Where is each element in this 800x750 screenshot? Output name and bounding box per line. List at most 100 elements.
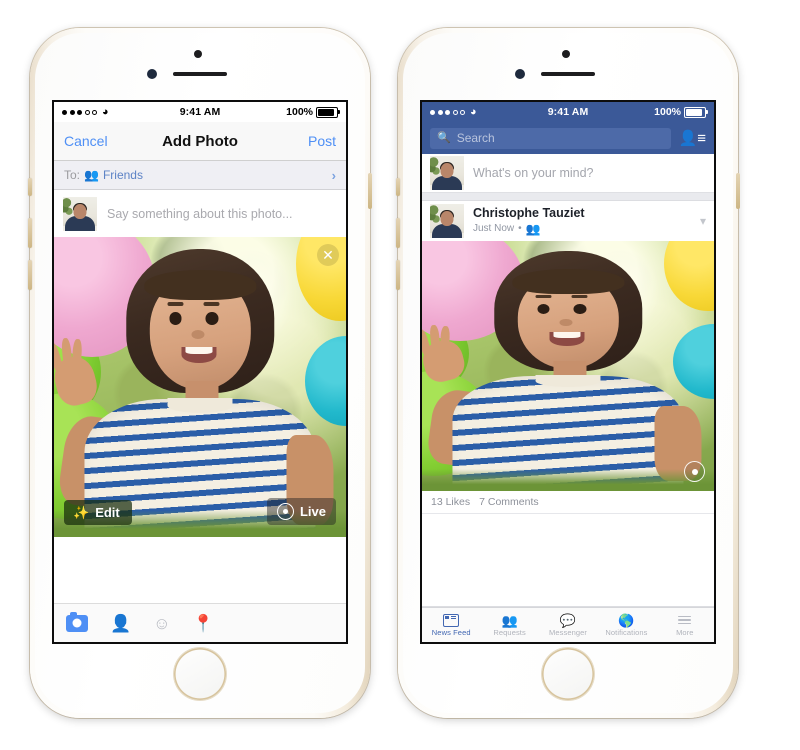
live-toggle-button[interactable]: Live	[266, 498, 336, 525]
status-time: 9:41 AM	[179, 106, 221, 118]
camera-icon[interactable]	[66, 611, 88, 632]
status-time: 9:41 AM	[547, 106, 589, 118]
wifi-icon: ◕	[470, 105, 477, 118]
tab-label: Messenger	[549, 628, 588, 637]
comments-count[interactable]: 7 Comments	[479, 496, 539, 508]
signal-strength-icon	[62, 109, 97, 115]
tab-news-feed[interactable]: News Feed	[422, 608, 480, 642]
friends-icon: 👥	[84, 168, 99, 182]
news-feed-icon	[443, 613, 460, 627]
globe-notifications-icon: 🌎	[618, 612, 635, 628]
chevron-right-icon: ›	[331, 167, 336, 183]
avatar	[430, 156, 464, 190]
live-photo-icon[interactable]	[684, 461, 705, 482]
tab-label: Requests	[493, 628, 526, 637]
hamburger-more-icon	[678, 613, 692, 627]
proximity-sensor	[515, 69, 525, 79]
tab-notifications[interactable]: 🌎 Notifications	[597, 608, 655, 642]
page-title: Add Photo	[162, 132, 238, 150]
post-button[interactable]: Post	[290, 133, 336, 149]
tab-requests[interactable]: 👥 Requests	[480, 608, 538, 642]
live-button-label: Live	[299, 504, 326, 519]
composer-empty-area	[54, 537, 346, 603]
meta-separator: •	[518, 222, 522, 234]
emoji-icon[interactable]: ☺	[153, 615, 170, 632]
audience-value: Friends	[102, 168, 143, 182]
earpiece-speaker	[173, 72, 227, 76]
friends-icon: 👥	[525, 221, 541, 236]
iphone-left: ◕ 9:41 AM 100% Cancel Add Photo Post To:…	[28, 28, 372, 718]
volume-down-button[interactable]	[28, 260, 32, 290]
child-subject	[54, 249, 334, 537]
battery-icon	[316, 106, 341, 118]
screenshot-stage: ◕ 9:41 AM 100% Cancel Add Photo Post To:…	[0, 0, 800, 750]
audience-selector-row[interactable]: To: 👥 Friends ›	[54, 161, 346, 190]
live-photo-icon	[276, 503, 294, 520]
power-button[interactable]	[736, 173, 740, 209]
tab-label: More	[676, 628, 694, 637]
to-label: To:	[64, 168, 81, 182]
earpiece-speaker	[541, 72, 595, 76]
messenger-icon: 💬	[559, 612, 577, 628]
post-author-name[interactable]: Christophe Tauziet	[473, 206, 691, 222]
screen-left: ◕ 9:41 AM 100% Cancel Add Photo Post To:…	[54, 102, 346, 642]
mute-switch[interactable]	[396, 178, 400, 196]
search-icon: 🔍	[437, 131, 451, 144]
child-subject	[422, 251, 702, 491]
post-meta: Just Now • 👥	[473, 222, 691, 236]
chevron-down-icon[interactable]: ▾	[700, 214, 706, 228]
tab-bar: News Feed 👥 Requests 💬 Messenger 🌎 Notif…	[422, 607, 714, 642]
composer-toolbar: 👤 ☺ 📍	[54, 603, 346, 642]
home-button[interactable]	[542, 648, 594, 700]
post-actions-area	[422, 514, 714, 607]
home-button[interactable]	[174, 648, 226, 700]
volume-down-button[interactable]	[396, 260, 400, 290]
battery-icon	[684, 106, 709, 118]
location-pin-icon[interactable]: 📍	[193, 615, 214, 632]
friend-requests-icon[interactable]: 👤≡	[679, 131, 706, 146]
tab-more[interactable]: More	[656, 608, 714, 642]
front-camera	[562, 50, 570, 58]
magic-wand-icon: ✨	[73, 505, 90, 520]
facebook-nav-bar: 🔍 Search 👤≡	[422, 122, 714, 154]
photo-scene	[54, 237, 346, 537]
nav-bar: Cancel Add Photo Post	[54, 122, 346, 161]
close-icon[interactable]: ✕	[317, 244, 339, 266]
volume-up-button[interactable]	[28, 218, 32, 248]
avatar	[63, 196, 97, 231]
friend-requests-icon: 👥	[501, 612, 518, 628]
photo-preview[interactable]: ✕ ✨ Edit Live	[54, 237, 346, 537]
signal-strength-icon	[430, 109, 465, 115]
screen-right: ◕ 9:41 AM 100% 🔍 Search 👤≡ What's on you…	[422, 102, 714, 642]
power-button[interactable]	[368, 173, 372, 209]
status-placeholder: What's on your mind?	[473, 166, 594, 180]
status-composer[interactable]: What's on your mind?	[422, 154, 714, 193]
photo-scene	[422, 241, 714, 491]
post-engagement: 13 Likes 7 Comments	[422, 491, 714, 514]
cancel-button[interactable]: Cancel	[64, 133, 110, 149]
likes-count[interactable]: 13 Likes	[431, 496, 470, 508]
front-camera	[194, 50, 202, 58]
post-header: Christophe Tauziet Just Now • 👥 ▾	[422, 201, 714, 241]
wifi-icon: ◕	[102, 105, 109, 118]
edit-button[interactable]: ✨ Edit	[64, 500, 132, 525]
avatar[interactable]	[430, 204, 464, 238]
tab-messenger[interactable]: 💬 Messenger	[539, 608, 597, 642]
tab-label: Notifications	[605, 628, 648, 637]
volume-up-button[interactable]	[396, 218, 400, 248]
feed-divider	[422, 193, 714, 201]
status-bar: ◕ 9:41 AM 100%	[54, 102, 346, 122]
tab-label: News Feed	[431, 628, 471, 637]
post-photo[interactable]	[422, 241, 714, 491]
battery-percent-label: 100%	[654, 106, 682, 118]
post-timestamp: Just Now	[473, 222, 515, 234]
mute-switch[interactable]	[28, 178, 32, 196]
caption-placeholder: Say something about this photo...	[107, 206, 293, 221]
iphone-right: ◕ 9:41 AM 100% 🔍 Search 👤≡ What's on you…	[396, 28, 740, 718]
photo-caption-composer[interactable]: Say something about this photo...	[54, 190, 346, 237]
tag-person-icon[interactable]: 👤	[110, 615, 131, 632]
battery-percent-label: 100%	[286, 106, 314, 118]
search-input[interactable]: 🔍 Search	[430, 127, 671, 149]
edit-button-label: Edit	[95, 505, 120, 520]
status-bar: ◕ 9:41 AM 100%	[422, 102, 714, 122]
